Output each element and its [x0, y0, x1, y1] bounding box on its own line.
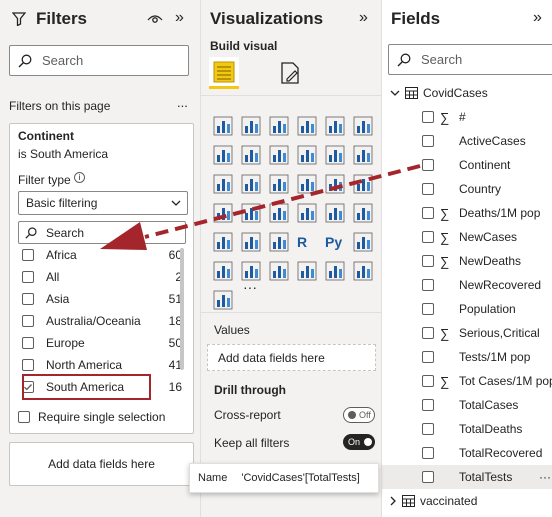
drag-arrow — [100, 164, 421, 250]
